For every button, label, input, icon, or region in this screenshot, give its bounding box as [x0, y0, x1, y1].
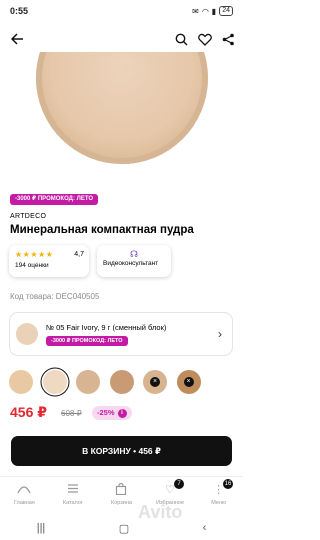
variant-name: № 05 Fair Ivory, 9 г (сменный блок): [46, 323, 167, 332]
tab-label: Главная: [13, 500, 35, 506]
rating-card[interactable]: ★★★★★ 4,7 194 оценки: [9, 245, 89, 277]
home-button-icon[interactable]: ▢: [119, 522, 129, 535]
unavailable-icon: ×: [183, 377, 194, 387]
vk-icon: ✉: [192, 6, 199, 16]
share-icon[interactable]: [222, 33, 235, 46]
shade-swatch[interactable]: ×: [143, 370, 167, 394]
bottom-tab-bar: Главная Каталог Корзина ♡ 7 Избранное ⋮ …: [0, 476, 243, 512]
search-icon[interactable]: [175, 33, 188, 46]
heart-icon[interactable]: [198, 33, 212, 46]
tab-label: Корзина: [111, 500, 132, 506]
variant-swatch: [16, 323, 38, 345]
top-bar: [0, 26, 243, 52]
tab-menu[interactable]: ⋮ 16 Меню: [194, 477, 243, 512]
home-icon: [17, 483, 31, 496]
discount-badge[interactable]: -25% i: [92, 406, 132, 420]
variant-promo-badge: -3000 ₽ ПРОМОКОД: ЛЕТО: [46, 336, 128, 346]
tab-catalog[interactable]: Каталог: [49, 477, 98, 512]
shade-swatch[interactable]: [109, 370, 134, 394]
status-time: 0:55: [10, 6, 29, 16]
tab-home[interactable]: Главная: [0, 477, 49, 512]
top-actions: [175, 33, 235, 46]
add-to-cart-button[interactable]: В КОРЗИНУ • 456 ₽: [11, 436, 232, 466]
rating-count: 194 оценки: [15, 262, 49, 269]
variant-selector[interactable]: № 05 Fair Ivory, 9 г (сменный блок) -300…: [9, 312, 233, 356]
back-nav-icon[interactable]: ‹: [203, 522, 207, 534]
current-price: 456 ₽: [10, 404, 47, 420]
recent-apps-icon[interactable]: |||: [37, 522, 46, 534]
shade-swatch[interactable]: [76, 370, 100, 394]
headset-icon: ☊: [130, 249, 138, 259]
status-bar: 0:55 ✉ ◠ ▮ 24: [0, 0, 243, 22]
old-price: 608 ₽: [61, 409, 82, 418]
wifi-icon: ◠: [201, 6, 209, 16]
video-consultant-label: Видеоконсультант: [103, 260, 159, 267]
battery-icon: 24: [219, 6, 233, 16]
chevron-right-icon: ›: [218, 327, 222, 341]
shade-swatches: × ×: [9, 370, 234, 396]
tab-label: Каталог: [62, 500, 83, 506]
info-icon: i: [117, 408, 127, 418]
powder-pan-image: [36, 52, 208, 164]
brand-name[interactable]: ARTDECO: [10, 213, 46, 220]
discount-value: -25%: [97, 408, 115, 417]
video-consultant-card[interactable]: ☊ Видеоконсультант: [97, 245, 171, 277]
shade-swatch[interactable]: ×: [176, 370, 201, 394]
catalog-icon: [67, 483, 79, 496]
menu-count-badge: 16: [222, 479, 234, 489]
signal-icon: ▮: [211, 6, 217, 16]
cart-icon: [115, 482, 127, 496]
product-screen: 0:55 ✉ ◠ ▮ 24 -3000 ₽ ПРОМОКОД: ЛЕТО ART…: [0, 0, 243, 540]
product-title: Минеральная компактная пудра: [10, 224, 194, 236]
status-icons: ✉ ◠ ▮ 24: [192, 6, 233, 16]
favorites-count-badge: 7: [174, 479, 185, 489]
tab-label: Меню: [211, 500, 227, 506]
product-image[interactable]: [0, 52, 243, 184]
rating-stars-icon: ★★★★★: [15, 250, 54, 259]
shade-swatch[interactable]: [9, 370, 33, 394]
promo-badge: -3000 ₽ ПРОМОКОД: ЛЕТО: [10, 194, 99, 205]
unavailable-icon: ×: [150, 377, 160, 387]
rating-value: 4,7: [74, 251, 84, 258]
system-nav-bar: ||| ▢ ‹: [0, 516, 243, 540]
arrow-left-icon[interactable]: [8, 32, 28, 46]
shade-swatch[interactable]: [42, 370, 67, 394]
product-code: Код товара: DEC040505: [10, 292, 100, 301]
